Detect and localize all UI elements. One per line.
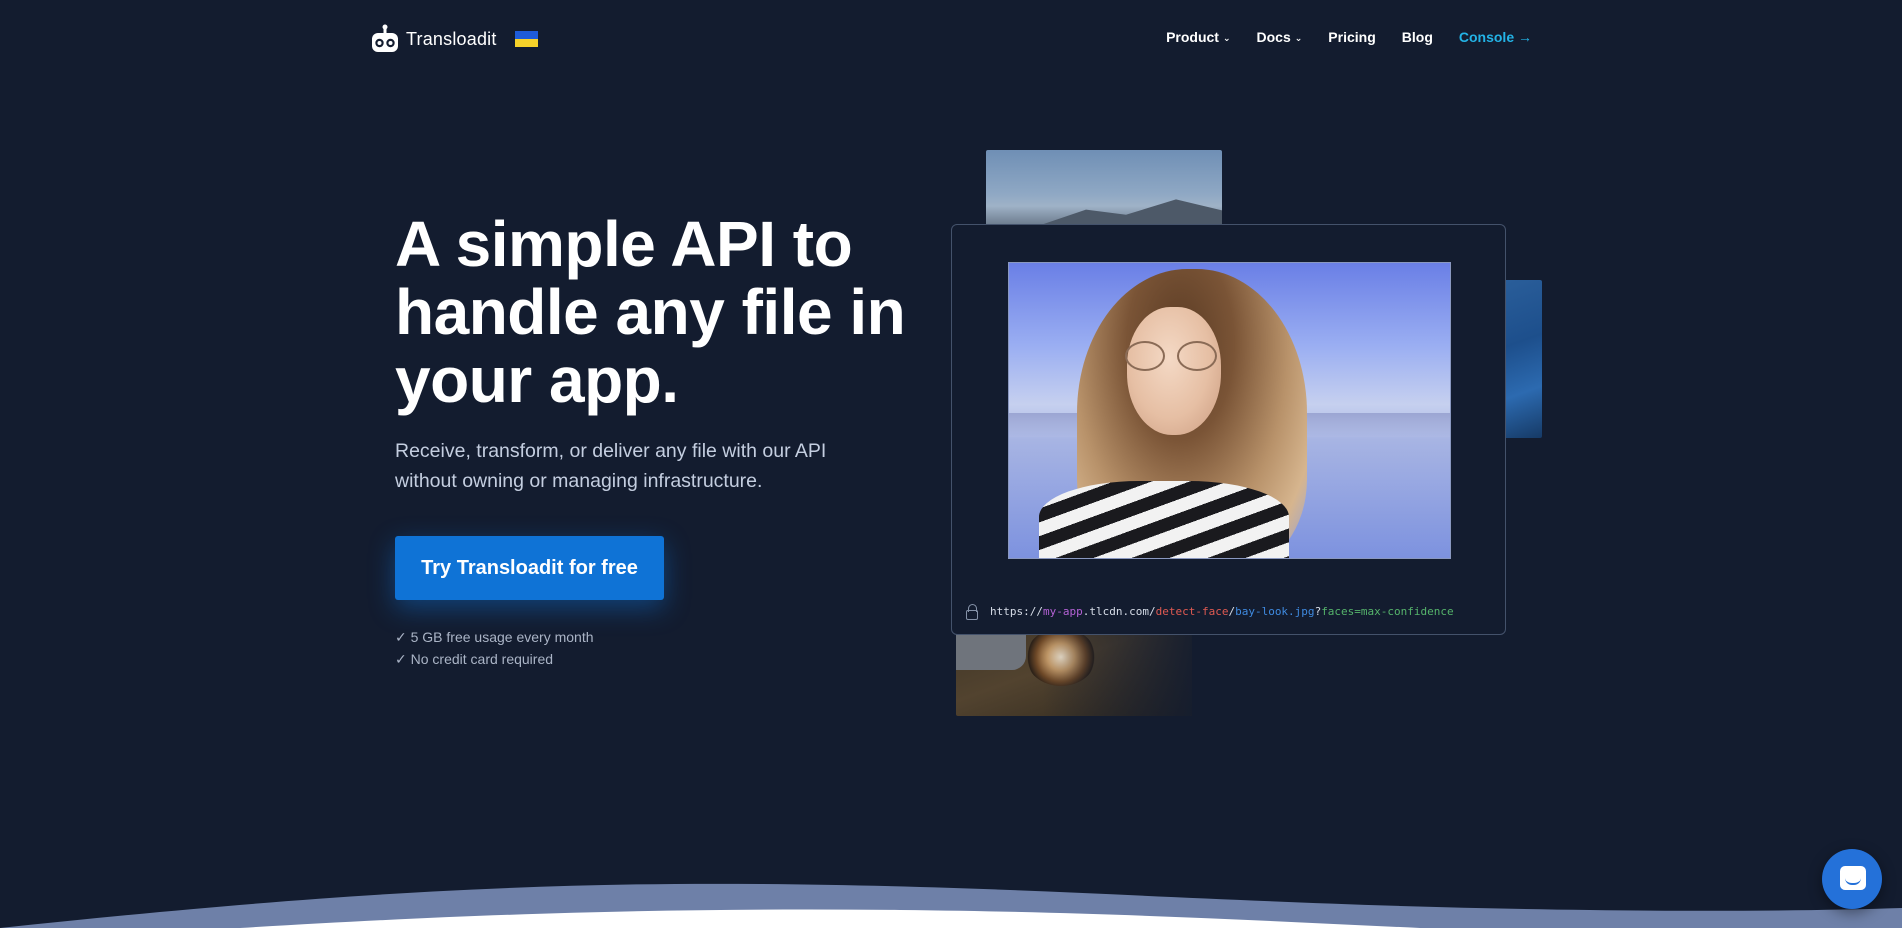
hero-headline: A simple API to handle any file in your …: [395, 208, 906, 416]
chat-launcher-button[interactable]: [1822, 849, 1882, 909]
perks-list: ✓ 5 GB free usage every month ✓ No credi…: [395, 626, 594, 670]
brand-name: Transloadit: [406, 28, 497, 49]
url-segment: bay-look.jpg: [1235, 605, 1315, 618]
portrait-photo: [1008, 262, 1451, 559]
brand-logo[interactable]: Transloadit: [370, 24, 538, 54]
bottom-wave-decoration: [0, 883, 1902, 928]
top-nav: Transloadit Product ⌄ Docs ⌄ Pricing Blo…: [0, 0, 1902, 80]
perk-item: ✓ 5 GB free usage every month: [395, 629, 594, 645]
demo-card: https://my-app.tlcdn.com/detect-face/bay…: [951, 224, 1506, 635]
nav-item-blog[interactable]: Blog: [1402, 29, 1433, 45]
url-segment: detect-face: [1155, 605, 1229, 618]
nav-item-product[interactable]: Product ⌄: [1166, 29, 1230, 45]
robot-logo-icon: [372, 24, 398, 52]
chevron-down-icon: ⌄: [1222, 32, 1231, 43]
hero-subtitle: Receive, transform, or deliver any file …: [395, 440, 827, 492]
demo-url: https://my-app.tlcdn.com/detect-face/bay…: [990, 605, 1454, 618]
url-segment: my-app: [1042, 605, 1083, 618]
main-menu: Product ⌄ Docs ⌄ Pricing Blog Console →: [1166, 29, 1532, 45]
url-segment: .tlcdn.com/: [1082, 605, 1156, 618]
try-free-button[interactable]: Try Transloadit for free: [395, 536, 664, 600]
chevron-down-icon: ⌄: [1294, 32, 1303, 43]
mountain-thumbnail: [986, 150, 1222, 230]
perk-item: ✓ No credit card required: [395, 651, 554, 667]
demo-url-bar: https://my-app.tlcdn.com/detect-face/bay…: [966, 603, 1454, 620]
lock-icon: [966, 603, 978, 620]
console-link[interactable]: Console →: [1459, 29, 1532, 45]
blue-thumbnail: [1500, 280, 1542, 438]
ukraine-flag-icon: [514, 31, 538, 47]
url-segment: faces=max-confidence: [1321, 605, 1454, 618]
nav-item-label: Docs: [1256, 29, 1291, 45]
url-segment: https://: [990, 605, 1043, 618]
nav-item-label: Product: [1166, 29, 1219, 45]
nav-item-pricing[interactable]: Pricing: [1328, 29, 1375, 45]
nav-item-docs[interactable]: Docs ⌄: [1257, 29, 1303, 45]
chat-icon: [1840, 866, 1866, 890]
